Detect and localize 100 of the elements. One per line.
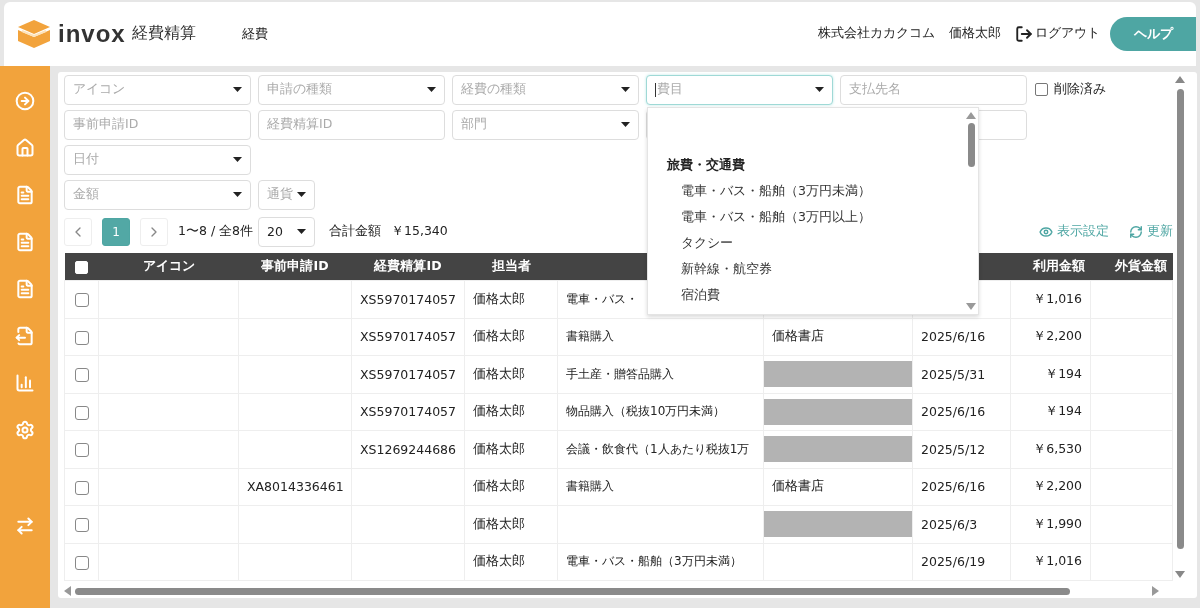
table-cell: ￥2,200 (1033, 478, 1082, 494)
logout-icon[interactable] (1015, 24, 1033, 43)
select-field[interactable]: 部門 (452, 109, 639, 140)
table-cell: 価格太郎 (473, 290, 525, 306)
table-cell: 書籍購入 (566, 329, 614, 344)
table-cell: 2025/6/16 (921, 329, 986, 345)
row-checkbox[interactable] (74, 293, 89, 307)
swap-arrows-icon[interactable] (15, 516, 35, 536)
table-cell: 2025/6/19 (921, 554, 986, 570)
eye-icon (1039, 224, 1053, 239)
total-amount: ￥15,340 (391, 223, 448, 240)
help-button[interactable]: ヘルプ (1110, 16, 1196, 51)
user-name: 価格太郎 (949, 25, 1001, 43)
dropdown-option[interactable]: 電車・バス・船舶（3万円以上） (648, 203, 964, 230)
caret-icon (297, 192, 306, 197)
column-header: アイコン (142, 257, 195, 273)
page-size-select[interactable]: 20 (258, 216, 316, 247)
row-checkbox[interactable] (74, 443, 89, 457)
document-icon[interactable] (15, 279, 35, 299)
select-field[interactable]: 日付 (64, 144, 251, 175)
table-cell: XS1269244686 (360, 441, 457, 457)
table-cell: ￥194 (1045, 365, 1082, 381)
table-cell: XS5970174057 (360, 329, 457, 345)
table-cell: 価格太郎 (473, 403, 525, 419)
logo-icon (18, 19, 50, 48)
input-field[interactable]: 支払先名 (840, 74, 1027, 105)
scrollbar-thumb[interactable] (75, 587, 1070, 595)
dropdown-option[interactable]: 宿泊費 (648, 281, 964, 308)
column-header: 担当者 (491, 257, 531, 273)
dropdown-option[interactable]: 新幹線・航空券 (648, 255, 964, 282)
table-cell: 価格太郎 (473, 553, 525, 569)
table-cell: XA8014336461 (247, 479, 344, 495)
table-cell: 2025/6/16 (921, 479, 986, 495)
caret-icon (621, 87, 630, 92)
chart-icon[interactable] (15, 373, 35, 393)
section-title: 経費 (241, 24, 268, 43)
option-group-label: 旅費・交通費 (666, 155, 746, 174)
row-checkbox[interactable] (74, 405, 89, 420)
refresh-link[interactable]: 更新 (1129, 223, 1173, 240)
scrollbar-thumb[interactable] (1176, 88, 1184, 549)
row-checkbox[interactable] (74, 480, 89, 495)
table-cell: 会議・飲食代（1人あたり税抜1万 (566, 441, 750, 456)
table-cell: 価格書店 (772, 478, 824, 494)
table-cell: 2025/6/16 (921, 404, 986, 420)
scroll-down-icon[interactable] (1175, 571, 1185, 578)
document-icon[interactable] (15, 232, 35, 252)
table-cell: ￥1,016 (1033, 553, 1082, 569)
row-checkbox[interactable] (74, 368, 89, 382)
scroll-up-icon[interactable] (966, 111, 976, 119)
table-cell: 2025/5/31 (921, 366, 986, 382)
logout-link[interactable]: ログアウト (1035, 25, 1100, 43)
document-icon[interactable] (15, 185, 35, 205)
scrollbar-thumb[interactable] (967, 122, 975, 167)
document-export-icon[interactable] (15, 326, 35, 346)
table-cell: XS5970174057 (360, 404, 457, 420)
column-header: 利用金額 (1032, 257, 1085, 273)
scroll-down-icon[interactable] (966, 302, 976, 310)
table-cell: ￥6,530 (1033, 440, 1082, 456)
table-cell: 価格太郎 (473, 365, 525, 381)
select-field[interactable]: 経費の種類 (452, 74, 639, 105)
table-cell: XS5970174057 (360, 366, 457, 382)
total-label: 合計金額 (329, 223, 382, 240)
select-field[interactable]: 金額 (64, 179, 251, 210)
caret-icon (233, 157, 242, 162)
action-label: 更新 (1147, 223, 1173, 240)
table-cell: 2025/6/3 (921, 516, 978, 532)
table-cell: 価格太郎 (473, 478, 525, 494)
column-header: 事前申請ID (261, 257, 329, 273)
select-field[interactable]: アイコン (64, 74, 251, 105)
display-settings-link[interactable]: 表示設定 (1039, 223, 1109, 240)
table-cell: 価格太郎 (473, 515, 525, 531)
table-cell: 価格書店 (772, 328, 824, 344)
column-header: 外貨金額 (1114, 257, 1167, 273)
scroll-right-icon[interactable] (1152, 586, 1159, 596)
page-button[interactable]: 1 (102, 217, 130, 246)
action-label: 表示設定 (1057, 223, 1109, 240)
table-cell: 2025/5/12 (921, 441, 986, 457)
input-field[interactable]: 事前申請ID (64, 109, 251, 140)
row-checkbox[interactable] (74, 555, 89, 570)
dropdown-option[interactable]: タクシー (648, 229, 964, 256)
caret-icon (815, 87, 824, 92)
arrow-circle-icon[interactable] (15, 91, 35, 111)
caret-icon (297, 229, 307, 234)
table-cell: ￥194 (1045, 403, 1082, 419)
input-field[interactable]: 経費精算ID (258, 109, 445, 140)
select-all-checkbox[interactable] (75, 260, 88, 274)
scroll-left-icon[interactable] (64, 586, 71, 596)
row-checkbox[interactable] (74, 330, 89, 345)
select-field[interactable]: 申請の種類 (258, 74, 445, 105)
page-range: 1〜8 / 全8件 (178, 223, 254, 240)
dropdown-option[interactable]: 電車・バス・船舶（3万円未満） (648, 177, 964, 204)
deleted-checkbox[interactable]: 削除済み (1035, 81, 1106, 98)
company-name: 株式会社カカクコム (818, 25, 935, 43)
select-field[interactable]: 通貨 (258, 179, 315, 210)
settings-icon[interactable] (15, 420, 35, 440)
scroll-up-icon[interactable] (1175, 75, 1185, 83)
home-icon[interactable] (15, 138, 35, 158)
row-checkbox[interactable] (74, 518, 89, 532)
table-cell: 電車・バス・ (566, 291, 638, 306)
logo-text: invox (58, 19, 126, 48)
